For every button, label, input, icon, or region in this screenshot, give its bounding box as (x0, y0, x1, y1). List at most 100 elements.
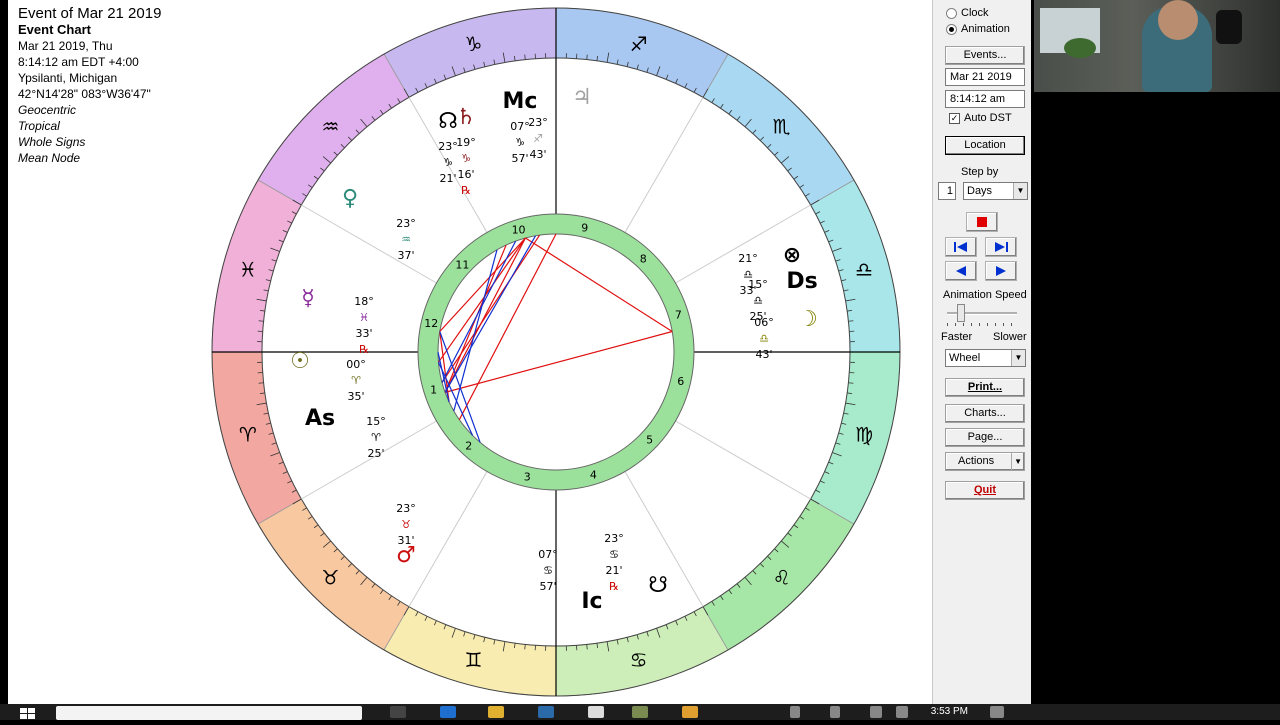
faster-label: Faster (941, 331, 972, 343)
radio-animation-dot[interactable] (946, 24, 957, 35)
network-icon[interactable] (870, 706, 882, 718)
house-number: 11 (455, 259, 469, 272)
degree-tick (525, 644, 526, 649)
step-unit-select[interactable]: Days ▼ (963, 182, 1028, 200)
planet-glyph: ☿ (301, 286, 315, 311)
planet-sign: ♑ (461, 152, 471, 165)
taskbar-search[interactable] (56, 706, 362, 720)
house-number: 10 (512, 224, 526, 237)
notifications-icon[interactable] (990, 706, 1004, 718)
sign-glyph: ♌ (773, 566, 791, 590)
sign-glyph: ♒ (321, 114, 339, 138)
planet-degree: 00° (346, 358, 366, 371)
skip-back-button[interactable] (945, 237, 977, 257)
planet-degree: 23° (604, 532, 624, 545)
start-button[interactable] (20, 707, 36, 719)
sign-glyph: ♊ (464, 648, 482, 672)
auto-dst-checkbox[interactable]: ✓ Auto DST (949, 112, 1012, 124)
radio-animation[interactable]: Animation (946, 23, 1010, 35)
date-field[interactable]: Mar 21 2019 (945, 68, 1025, 86)
degree-tick (848, 383, 853, 384)
radio-clock-label: Clock (961, 7, 989, 19)
slower-label: Slower (993, 331, 1027, 343)
sign-glyph: ♑ (464, 32, 482, 56)
radio-clock[interactable]: Clock (946, 7, 989, 19)
degree-tick (259, 383, 264, 384)
planet-degree: 23° (528, 116, 548, 129)
planet-minutes: 43' (755, 348, 772, 361)
page-button[interactable]: Page... (945, 428, 1025, 447)
play-back-icon (954, 265, 968, 277)
events-button[interactable]: Events... (945, 46, 1025, 65)
planet-minutes: 31' (397, 534, 414, 547)
degree-tick (525, 55, 526, 60)
speed-slider[interactable] (947, 304, 1017, 326)
chart-info: Event of Mar 21 2019 Event Chart Mar 21 … (18, 6, 161, 166)
sign-glyph: ♏ (773, 114, 791, 138)
check-icon[interactable]: ✓ (949, 113, 960, 124)
time-field[interactable]: 8:14:12 am (945, 90, 1025, 108)
planet-glyph: ♃ (572, 85, 592, 110)
planet-degree: 06° (754, 316, 774, 329)
chart-date: Mar 21 2019, Thu (18, 38, 161, 54)
chevron-down-icon: ▼ (1011, 350, 1025, 366)
planet-degree: 21° (738, 252, 758, 265)
charts-button[interactable]: Charts... (945, 404, 1025, 423)
step-forward-button[interactable] (985, 261, 1017, 281)
planet-minutes: 35' (347, 390, 364, 403)
volume-icon[interactable] (896, 706, 908, 718)
house-number: 6 (677, 375, 684, 388)
planet-minutes: 16' (457, 168, 474, 181)
taskbar-clock[interactable]: 3:53 PM (931, 706, 968, 717)
person-icon[interactable] (790, 706, 800, 718)
chart-option: Tropical (18, 118, 161, 134)
actions-button[interactable]: Actions ▼ (945, 452, 1025, 471)
task-view-icon[interactable] (390, 706, 406, 718)
folder-icon[interactable] (488, 706, 504, 718)
radio-animation-label: Animation (961, 23, 1010, 35)
house-number: 1 (430, 383, 437, 396)
chevron-up-icon[interactable] (830, 706, 840, 718)
mail-icon[interactable] (588, 706, 604, 718)
planet-minutes: 25' (367, 447, 384, 460)
edge-icon[interactable] (440, 706, 456, 718)
planet-sign: ♋ (609, 548, 619, 561)
slider-thumb[interactable] (957, 304, 965, 322)
radio-clock-dot[interactable] (946, 8, 957, 19)
view-select[interactable]: Wheel ▼ (945, 349, 1026, 367)
house-number: 4 (590, 468, 597, 481)
location-button[interactable]: Location (945, 136, 1025, 155)
webcam-overlay (1034, 0, 1280, 92)
astro-app-icon[interactable] (632, 706, 648, 718)
chart-coords: 42°N14'28" 083°W36'47" (18, 86, 161, 102)
planet-minutes: 37' (397, 249, 414, 262)
step-by-label: Step by (961, 166, 998, 178)
step-back-button[interactable] (945, 261, 977, 281)
notes-icon[interactable] (682, 706, 698, 718)
stop-button[interactable] (966, 212, 998, 232)
planet-glyph: Ic (581, 589, 602, 614)
print-button[interactable]: Print... (945, 378, 1025, 397)
planet-sign: ♐ (533, 132, 543, 145)
house-number: 2 (465, 440, 472, 453)
stop-icon (977, 217, 987, 227)
retrograde-marker: ℞ (609, 580, 619, 593)
planet-glyph: As (305, 406, 335, 431)
step-unit-value: Days (967, 185, 992, 197)
skip-forward-button[interactable] (985, 237, 1017, 257)
store-icon[interactable] (538, 706, 554, 718)
planet-degree: 23° (438, 140, 458, 153)
actions-label: Actions (958, 455, 994, 467)
house-number: 7 (675, 309, 682, 322)
planet-degree: 23° (396, 502, 416, 515)
quit-button[interactable]: Quit (945, 481, 1025, 500)
planet-sign: ♑ (515, 136, 525, 149)
planet-minutes: 57' (539, 580, 556, 593)
step-value-field[interactable]: 1 (938, 182, 956, 200)
planet-sign: ♎ (759, 332, 769, 345)
planet-degree: 07° (510, 120, 530, 133)
planet-sign: ♒ (401, 233, 411, 246)
sign-glyph: ♎ (855, 257, 873, 281)
planet-degree: 15° (748, 278, 768, 291)
planet-degree: 23° (396, 217, 416, 230)
